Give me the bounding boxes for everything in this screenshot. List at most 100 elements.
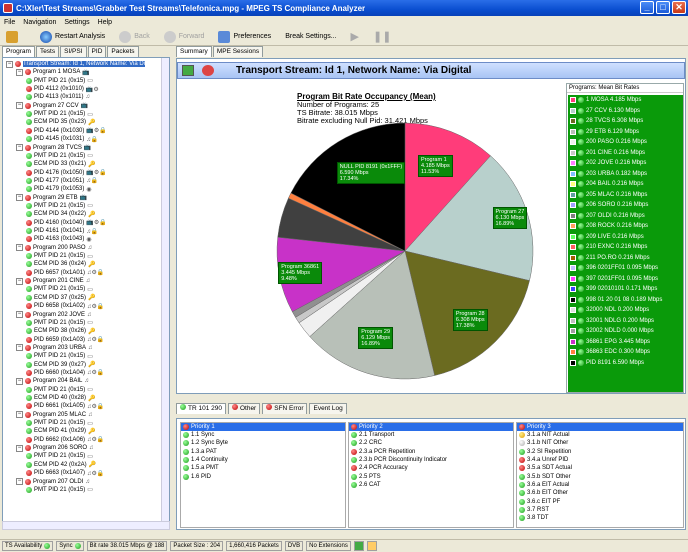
tree-pid[interactable]: PMT PID 21 (0x15) ▭ [26,452,93,460]
legend-item[interactable]: 399 02010101 0.171 Mbps [568,284,683,295]
tree-pid[interactable]: ECM PID 39 (0x27) 🔑 [26,361,96,369]
test-item[interactable]: 3.2 SI Repetition [517,448,683,456]
legend-item[interactable]: 211 PO.RO 0.216 Mbps [568,253,683,264]
test-item[interactable]: 2.1 Transport [349,431,513,439]
legend-item[interactable]: 32002 NDLD 0.000 Mbps [568,326,683,337]
legend-item[interactable]: 203 URBA 0.182 Mbps [568,169,683,180]
legend-item[interactable]: 396 0201FF01 0.095 Mbps [568,263,683,274]
tree-program[interactable]: − Program 204 BAIL ♫ [16,377,89,385]
expand-toggle-icon[interactable]: − [16,344,23,352]
tree-pid[interactable]: PID 4177 (0x1051) ♫🔒 [26,177,98,185]
tree-pid[interactable]: PMT PID 21 (0x15) ▭ [26,319,93,327]
tab-tests[interactable]: Tests [35,46,60,57]
tree-pid[interactable]: ECM PID 36 (0x24) 🔑 [26,260,96,268]
tree-pid[interactable]: PID 4160 (0x1040) 📺⚙🔒 [26,219,107,227]
tree-pid[interactable]: PMT PID 21 (0x15) ▭ [26,386,93,394]
tree-pid[interactable]: ECM PID 41 (0x29) 🔑 [26,427,96,435]
legend-item[interactable]: 208 ROCK 0.216 Mbps [568,221,683,232]
test-item[interactable]: 3.1.b NIT Other [517,439,683,447]
test-item[interactable]: 1.3.a PAT [181,448,345,456]
tree-pid[interactable]: PID 4144 (0x1030) 📺⚙🔒 [26,127,107,135]
legend-item[interactable]: 32001 NDLG 0.200 Mbps [568,316,683,327]
expand-toggle-icon[interactable]: − [16,311,23,318]
test-item[interactable]: 1.5.a PMT [181,464,345,472]
tab-pid[interactable]: PID [87,46,107,57]
tree-program[interactable]: − Program 202 JOVE ♫ [16,311,92,319]
test-item[interactable]: 2.5 PTS [349,472,513,480]
tree-program[interactable]: − Program 203 URBA ♫ [16,344,93,352]
tree-pid[interactable]: PID 6657 (0x1A01) ♫⚙🔒 [26,269,104,277]
test-item[interactable]: 3.6.b EIT Other [517,489,683,497]
expand-toggle-icon[interactable]: − [16,144,23,151]
tree-pid[interactable]: PID 6658 (0x1A02) ♫⚙🔒 [26,302,104,310]
tree-program[interactable]: − Program 1 MOSA 📺 [16,68,90,76]
expand-toggle-icon[interactable]: − [16,244,23,252]
tree-pid[interactable]: PMT PID 21 (0x15) ▭ [26,77,93,85]
legend-item[interactable]: 28 TVCS 6.308 Mbps [568,116,683,127]
back-button[interactable]: Back [119,30,150,43]
menu-navigation[interactable]: Navigation [23,19,56,26]
legend-item[interactable]: 29 ETB 6.129 Mbps [568,127,683,138]
tree-pid[interactable]: PID 6662 (0x1A06) ♫⚙🔒 [26,436,104,444]
expand-toggle-icon[interactable]: − [16,68,23,76]
expand-toggle-icon[interactable]: − [16,478,23,485]
tree-program[interactable]: − Program 201 CINE ♫ [16,277,90,285]
tree-pid[interactable]: PID 6660 (0x1A04) ♫⚙🔒 [26,369,104,377]
tab-sfn-error[interactable]: SFN Error [262,403,308,414]
tree-pid[interactable]: PMT PID 21 (0x15) ▭ [26,486,93,494]
note-icon[interactable] [366,541,377,551]
tree-pid[interactable]: ECM PID 34 (0x22) 🔑 [26,210,96,218]
bars-icon[interactable] [353,541,364,551]
legend-item[interactable]: 205 MLAC 0.216 Mbps [568,190,683,201]
tab-si-psi[interactable]: SI/PSI [60,46,87,57]
tree-pid[interactable]: PMT PID 21 (0x15) ▭ [26,152,93,160]
legend-item[interactable]: 1 MOSA 4.185 Mbps [568,95,683,106]
tree-pid[interactable]: PMT PID 21 (0x15) ▭ [26,110,93,118]
tree-scrollbar[interactable] [161,58,169,529]
tab-mpe-sessions[interactable]: MPE Sessions [212,46,264,57]
legend-item[interactable]: 210 EXNC 0.216 Mbps [568,242,683,253]
tree-program[interactable]: − Program 205 MLAC ♫ [16,411,93,419]
expand-toggle-icon[interactable]: − [6,60,13,68]
legend-item[interactable]: 27 CCV 6.130 Mbps [568,106,683,117]
tree-program[interactable]: − Program 28 TVCS 📺 [16,144,91,152]
legend-item[interactable]: 36863 EDC 0.300 Mbps [568,347,683,358]
test-item[interactable]: 3.6.c EIT PF [517,497,683,505]
tree-pid[interactable]: PID 4112 (0x1010) 📺⚙ [26,85,99,93]
menu-file[interactable]: File [4,19,15,26]
test-item[interactable]: 2.4 PCR Accuracy [349,464,513,472]
minimize-button[interactable]: _ [640,1,654,14]
legend-item[interactable]: PID 8191 6.590 Mbps [568,358,683,369]
tree-pid[interactable]: ECM PID 40 (0x28) 🔑 [26,394,96,402]
tree-program[interactable]: − Program 27 CCV 📺 [16,102,88,110]
legend-item[interactable]: 201 CINE 0.216 Mbps [568,148,683,159]
test-item[interactable]: 2.2 CRC [349,439,513,447]
test-item[interactable]: 1.4 Continuity [181,456,345,464]
expand-toggle-icon[interactable]: − [16,277,23,285]
expand-toggle-icon[interactable]: − [16,377,23,385]
tree-pid[interactable]: ECM PID 33 (0x21) 🔑 [26,160,96,168]
legend-item[interactable]: 206 SORO 0.216 Mbps [568,200,683,211]
preferences-button[interactable]: Preferences [218,30,271,43]
close-button[interactable]: ✕ [672,1,686,14]
tab-packets[interactable]: Packets [107,46,139,57]
legend-item[interactable]: 204 BAIL 0.216 Mbps [568,179,683,190]
legend-item[interactable]: 36861 EPG 3.445 Mbps [568,337,683,348]
tree-pid[interactable]: ECM PID 37 (0x25) 🔑 [26,294,96,302]
test-item[interactable]: 3.7 RST [517,506,683,514]
test-item[interactable]: 1.6 PID [181,472,345,480]
expand-toggle-icon[interactable]: − [16,411,23,419]
tree-program[interactable]: − Program 29 ETB 📺 [16,194,87,202]
test-item[interactable]: 2.6 CAT [349,481,513,489]
legend-item[interactable]: 207 OLDI 0.216 Mbps [568,211,683,222]
test-item[interactable]: 3.8 TDT [517,514,683,522]
expand-toggle-icon[interactable]: − [16,194,23,202]
test-item[interactable]: 2.3.a PCR Repetition [349,448,513,456]
test-item[interactable]: 3.5.a SDT Actual [517,464,683,472]
tree-pid[interactable]: PID 4145 (0x1031) ♫🔒 [26,135,98,143]
tree-pid[interactable]: PID 4113 (0x1011) ♫ [26,93,90,101]
tree-pid[interactable]: PID 4176 (0x1050) 📺⚙🔒 [26,169,107,177]
break-settings-button[interactable]: Break Settings... [285,33,336,40]
legend-item[interactable]: 200 PASO 0.216 Mbps [568,137,683,148]
tree-program[interactable]: − Program 207 OLDI ♫ [16,478,90,486]
